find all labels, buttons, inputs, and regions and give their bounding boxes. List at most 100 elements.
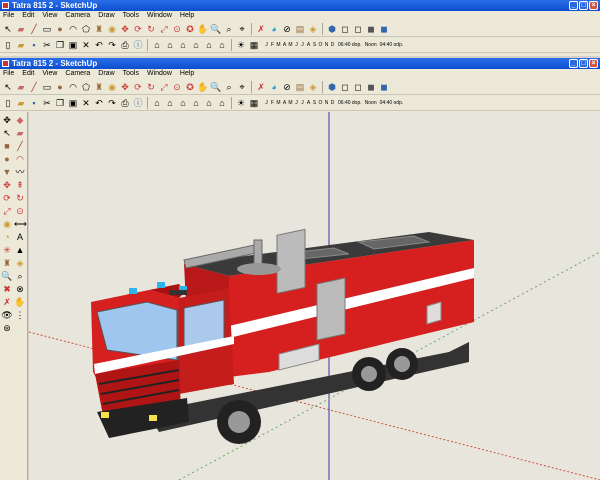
erase-icon[interactable]: ✕ [80,97,92,109]
select-icon[interactable]: ↖ [2,23,14,35]
menu-file[interactable]: File [3,11,14,21]
monochrome-icon[interactable]: ⌂ [216,97,228,109]
fog-icon[interactable]: ▦ [248,97,260,109]
right-view-icon[interactable]: ◼ [365,81,377,93]
3dtext-tool-icon[interactable]: ▲ [14,244,26,256]
lookaround-tool-icon[interactable]: 👁 [1,309,13,321]
protractor-tool-icon[interactable]: ◔ [1,231,13,243]
textured-icon[interactable]: ⌂ [203,97,215,109]
component-tool-icon[interactable]: ◈ [14,257,26,269]
close-button-front[interactable]: × [589,59,598,68]
zoom-icon[interactable]: 🔍 [210,23,222,35]
previous-view-icon[interactable]: ⊗ [14,283,26,295]
select-icon[interactable]: ↖ [2,81,14,93]
line-tool-icon[interactable]: ╱ [14,140,26,152]
redo-icon[interactable]: ↷ [106,39,118,51]
menu-edit[interactable]: Edit [22,11,34,21]
eraser-tool-icon[interactable]: ▰ [14,127,26,139]
walk-icon[interactable]: ✗ [255,81,267,93]
walk-tool-icon[interactable]: ✗ [1,296,13,308]
top-view-icon[interactable]: ◻ [339,23,351,35]
menu-edit-front[interactable]: Edit [22,69,34,79]
followme-icon[interactable]: ↻ [145,81,157,93]
offset-icon[interactable]: ⊙ [171,23,183,35]
menu-view-front[interactable]: View [42,69,57,79]
pan-tool-icon[interactable]: ◆ [14,114,26,126]
open-icon[interactable]: ▰ [15,39,27,51]
monochrome-icon[interactable]: ⌂ [216,39,228,51]
front-view-icon[interactable]: ◻ [352,23,364,35]
component-icon[interactable]: ◈ [307,23,319,35]
menu-help-front[interactable]: Help [180,69,194,79]
cut-icon[interactable]: ✂ [41,39,53,51]
menu-help[interactable]: Help [180,11,194,21]
scale-icon[interactable]: ⤢ [158,81,170,93]
followme-tool-icon[interactable]: ↻ [14,192,26,204]
hidden-line-icon[interactable]: ⌂ [177,97,189,109]
copy-icon[interactable]: ❐ [54,97,66,109]
tape-icon[interactable]: ◉ [106,81,118,93]
shadow-toggle-icon[interactable]: ☀ [235,97,247,109]
rotate-icon[interactable]: ⟳ [132,81,144,93]
rotate-icon[interactable]: ⟳ [132,23,144,35]
save-icon[interactable]: ▪ [28,39,40,51]
pencil-icon[interactable]: ╱ [28,81,40,93]
move-icon[interactable]: ✥ [119,81,131,93]
window-titlebar[interactable]: Tatra 815 2 - SketchUp _ □ × [0,0,600,11]
tape-icon[interactable]: ◉ [106,23,118,35]
model-info-icon[interactable]: ⓘ [132,97,144,109]
pan-icon[interactable]: ✋ [197,81,209,93]
print-icon[interactable]: ⎙ [119,97,131,109]
text-tool-icon[interactable]: A [14,231,26,243]
paste-icon[interactable]: ▣ [67,97,79,109]
arc-tool-icon[interactable]: ◠ [14,153,26,165]
shaded-icon[interactable]: ⌂ [190,97,202,109]
section-icon[interactable]: ▤ [294,81,306,93]
freehand-tool-icon[interactable]: 〰 [14,166,26,178]
menu-view[interactable]: View [42,11,57,21]
iso-view-icon[interactable]: ⬢ [326,81,338,93]
menu-window[interactable]: Window [147,11,172,21]
menu-camera[interactable]: Camera [65,11,90,21]
undo-icon[interactable]: ↶ [93,39,105,51]
open-icon[interactable]: ▰ [15,97,27,109]
zoom-icon[interactable]: 🔍 [210,81,222,93]
followme-icon[interactable]: ↻ [145,23,157,35]
print-icon[interactable]: ⎙ [119,39,131,51]
menu-file-front[interactable]: File [3,69,14,79]
hidden-line-icon[interactable]: ⌂ [177,39,189,51]
lookaround-icon[interactable]: ⊘ [281,23,293,35]
zoomwindow-tool-icon[interactable]: ⌕ [14,270,26,282]
pushpull-tool-icon[interactable]: ⇞ [14,179,26,191]
fog-icon[interactable]: ▦ [248,39,260,51]
position-camera-icon[interactable]: ◕ [268,23,280,35]
zoomextents-icon[interactable]: ⌖ [236,81,248,93]
maximize-button-front[interactable]: □ [579,59,588,68]
orbit-icon[interactable]: ✪ [184,23,196,35]
menu-camera-front[interactable]: Camera [65,69,90,79]
arc-icon[interactable]: ◠ [67,23,79,35]
menu-tools[interactable]: Tools [123,11,139,21]
shadow-toggle-icon[interactable]: ☀ [235,39,247,51]
rectangle-tool-icon[interactable]: ■ [1,140,13,152]
shaded-icon[interactable]: ⌂ [190,39,202,51]
scale-tool-icon[interactable]: ⤢ [1,205,13,217]
circle-icon[interactable]: ● [54,23,66,35]
pencil-icon[interactable]: ╱ [28,23,40,35]
orbit-tool-icon[interactable]: ✥ [1,114,13,126]
move-tool-icon[interactable]: ✥ [1,179,13,191]
minimize-button-front[interactable]: _ [569,59,578,68]
arc-icon[interactable]: ◠ [67,81,79,93]
position-camera-icon[interactable]: ◕ [268,81,280,93]
maximize-button[interactable]: □ [579,1,588,10]
footprints-icon[interactable]: ⋮ [14,309,26,321]
new-icon[interactable]: ▯ [2,97,14,109]
xray-icon[interactable]: ⌂ [151,39,163,51]
rotate-tool-icon[interactable]: ⟳ [1,192,13,204]
polygon-tool-icon[interactable]: ▼ [1,166,13,178]
wireframe-icon[interactable]: ⌂ [164,39,176,51]
move-icon[interactable]: ✥ [119,23,131,35]
offset-icon[interactable]: ⊙ [171,81,183,93]
right-view-icon[interactable]: ◼ [365,23,377,35]
copy-icon[interactable]: ❐ [54,39,66,51]
